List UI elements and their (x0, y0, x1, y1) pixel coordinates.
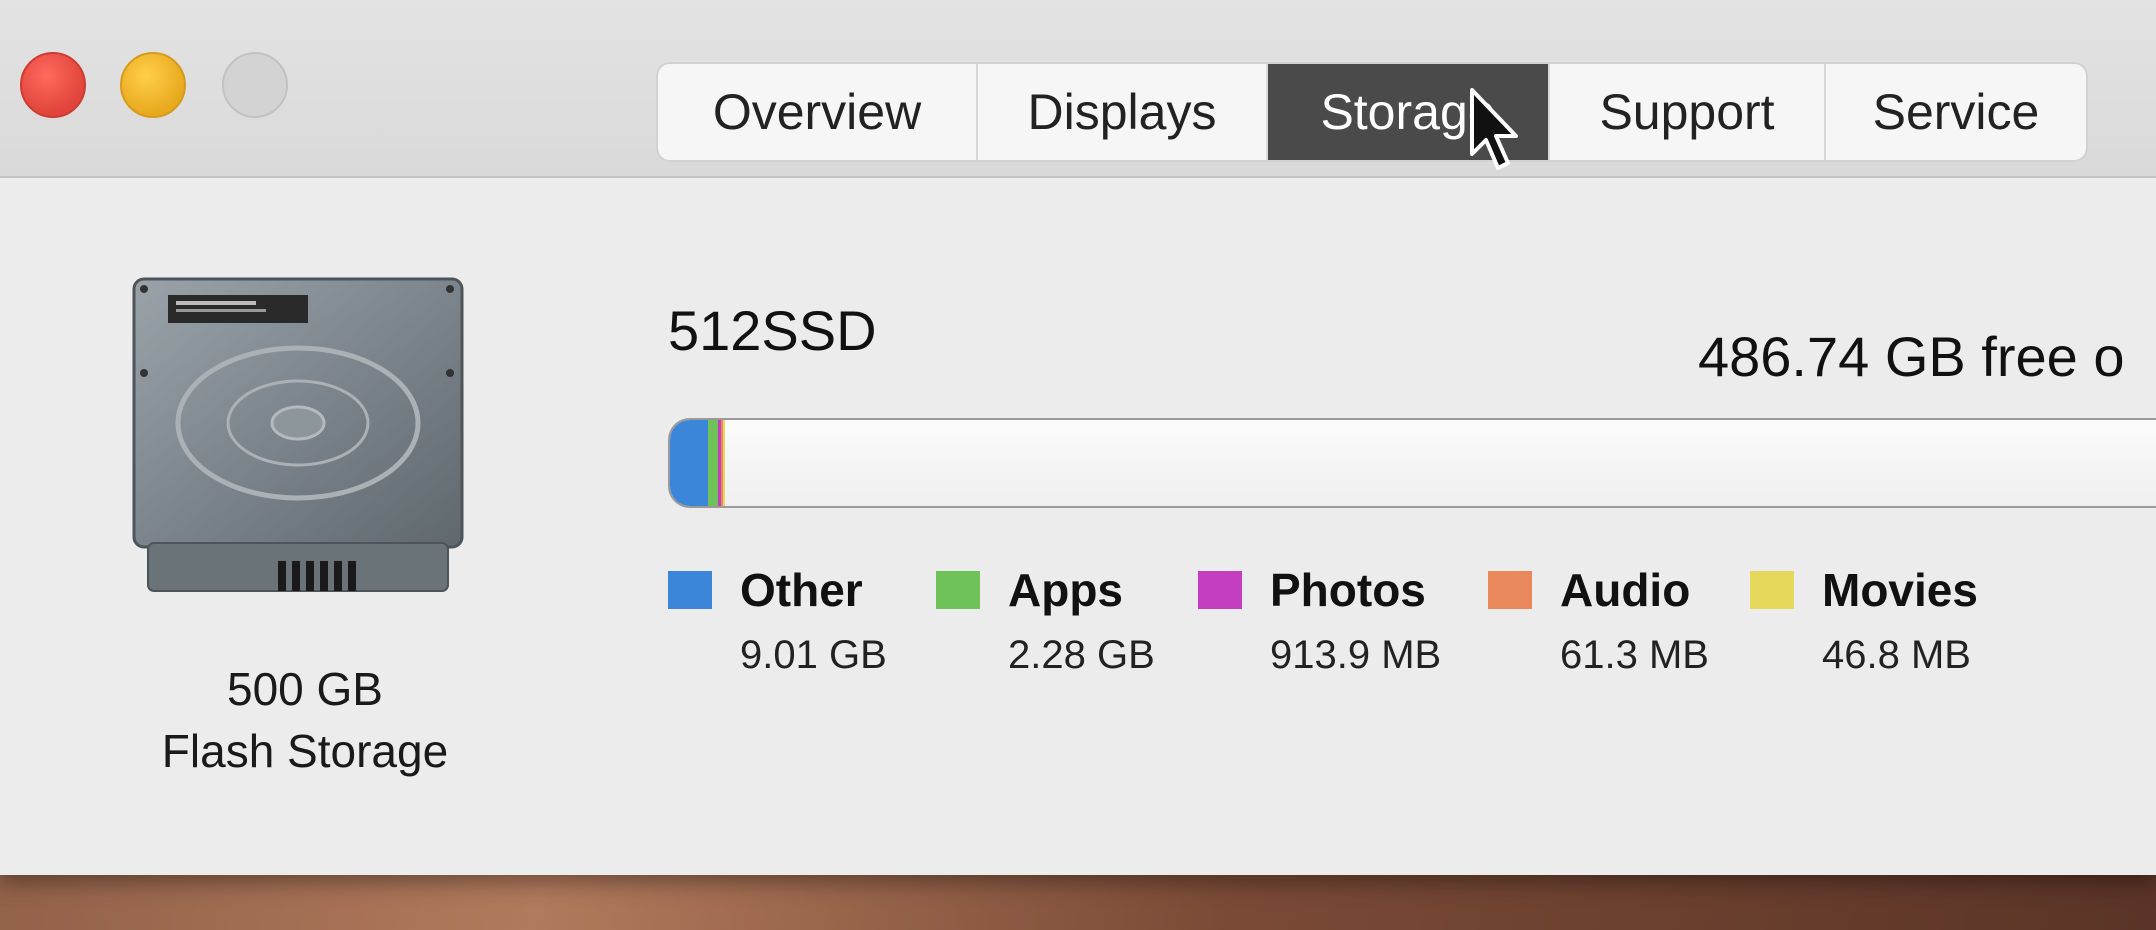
tab-bar: Overview Displays Storage Support Servic… (656, 62, 2088, 162)
free-space-text: 486.74 GB free o (1698, 325, 2125, 388)
legend-label-movies: Movies (1822, 564, 1978, 616)
storage-usage-bar (668, 418, 2156, 508)
legend-swatch-apps (936, 571, 980, 609)
tab-displays[interactable]: Displays (978, 64, 1268, 160)
legend-label-audio: Audio (1560, 564, 1691, 616)
tab-support[interactable]: Support (1550, 64, 1826, 160)
legend-size-other: 9.01 GB (740, 633, 887, 677)
usage-segment-other (670, 420, 708, 506)
tab-service[interactable]: Service (1826, 64, 2086, 160)
drive-caption: 500 GB Flash Storage (100, 658, 510, 782)
legend-label-photos: Photos (1270, 564, 1426, 616)
legend-label-other: Other (740, 564, 863, 616)
zoom-button[interactable] (222, 52, 288, 118)
title-bar: Overview Displays Storage Support Servic… (0, 0, 2156, 178)
minimize-button[interactable] (120, 52, 186, 118)
legend-swatch-photos (1198, 571, 1242, 609)
legend-swatch-audio (1488, 571, 1532, 609)
legend-swatch-movies (1750, 571, 1794, 609)
mouse-pointer-icon (1470, 88, 1518, 170)
usage-segment-movies (723, 420, 726, 506)
close-button[interactable] (20, 52, 86, 118)
volume-name: 512SSD (668, 299, 877, 362)
usage-segment-apps (707, 420, 718, 506)
hard-drive-icon (132, 277, 464, 592)
tab-overview[interactable]: Overview (658, 64, 978, 160)
drive-type: Flash Storage (161, 725, 449, 777)
legend-label-apps: Apps (1008, 564, 1123, 616)
about-this-mac-window: Overview Displays Storage Support Servic… (0, 0, 2156, 875)
legend-size-movies: 46.8 MB (1822, 633, 1971, 677)
legend-size-audio: 61.3 MB (1560, 633, 1709, 677)
legend-swatch-other (668, 571, 712, 609)
drive-capacity: 500 GB (227, 663, 383, 715)
storage-panel: 500 GB Flash Storage 512SSD 486.74 GB fr… (0, 178, 2156, 875)
legend-size-photos: 913.9 MB (1270, 633, 1442, 677)
legend-size-apps: 2.28 GB (1008, 633, 1155, 677)
